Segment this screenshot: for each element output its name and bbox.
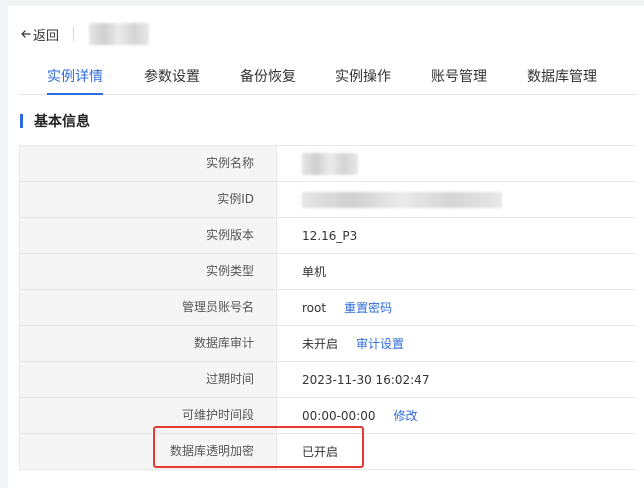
tde-status-text: 已开启 [302,445,339,459]
audit-settings-link[interactable]: 审计设置 [356,335,404,352]
table-row: 过期时间 2023-11-30 16:02:47 [19,362,636,398]
instance-version-label: 实例版本 [19,218,277,253]
instance-id-redacted [302,191,502,208]
admin-account-text: root [302,300,327,315]
expire-time-value: 2023-11-30 16:02:47 [277,362,636,397]
tab-instance-operations[interactable]: 实例操作 [335,62,391,92]
section-accent-bar [20,114,23,128]
tde-label: 数据库透明加密 [19,434,277,469]
maintenance-window-value: 00:00-00:00 修改 [277,398,636,433]
table-row: 管理员账号名 root 重置密码 [19,290,636,326]
modify-maintenance-link[interactable]: 修改 [394,407,418,424]
tde-value: 已开启 [277,434,636,469]
instance-name-value [277,146,636,181]
instance-version-text: 12.16_P3 [302,228,358,243]
maintenance-window-text: 00:00-00:00 [302,408,376,423]
table-row: 实例类型 单机 [19,254,636,290]
instance-id-label: 实例ID [19,182,277,217]
top-bar: 返回 [20,23,150,45]
db-audit-text: 未开启 [302,337,339,351]
table-row: 实例名称 [19,146,636,182]
tab-parameter-settings[interactable]: 参数设置 [144,62,200,92]
tab-backup-restore[interactable]: 备份恢复 [240,62,296,92]
db-audit-value: 未开启 审计设置 [277,326,636,361]
admin-account-value: root 重置密码 [277,290,636,325]
back-button[interactable]: 返回 [20,25,59,44]
admin-account-label: 管理员账号名 [19,290,277,325]
instance-version-value: 12.16_P3 [277,218,636,253]
instance-type-label: 实例类型 [19,254,277,289]
table-row: 实例版本 12.16_P3 [19,218,636,254]
tab-bar: 实例详情 参数设置 备份恢复 实例操作 账号管理 数据库管理 [20,62,636,95]
reset-password-link[interactable]: 重置密码 [344,299,392,316]
basic-info-table: 实例名称 实例ID 实例版本 12.16_P3 实例类型 单机 管理员账号名 r… [19,145,636,470]
db-audit-label: 数据库审计 [19,326,277,361]
section-title: 基本信息 [20,112,90,130]
instance-id-value [277,182,636,217]
instance-name-redacted [302,152,358,175]
instance-name-label: 实例名称 [19,146,277,181]
back-label: 返回 [33,28,60,44]
table-row: 数据库透明加密 已开启 [19,434,636,470]
header-divider [73,27,75,41]
table-row: 实例ID [19,182,636,218]
tab-database-management[interactable]: 数据库管理 [527,62,597,92]
arrow-left-icon [21,30,31,38]
instance-title-redacted [89,23,150,45]
maintenance-window-label: 可维护时间段 [19,398,277,433]
expire-time-text: 2023-11-30 16:02:47 [302,372,430,387]
expire-time-label: 过期时间 [19,362,277,397]
tab-instance-details[interactable]: 实例详情 [47,62,103,95]
section-title-text: 基本信息 [34,114,90,130]
instance-type-value: 单机 [277,254,636,289]
tab-account-management[interactable]: 账号管理 [431,62,487,92]
instance-type-text: 单机 [302,265,327,279]
table-row: 数据库审计 未开启 审计设置 [19,326,636,362]
table-row: 可维护时间段 00:00-00:00 修改 [19,398,636,434]
